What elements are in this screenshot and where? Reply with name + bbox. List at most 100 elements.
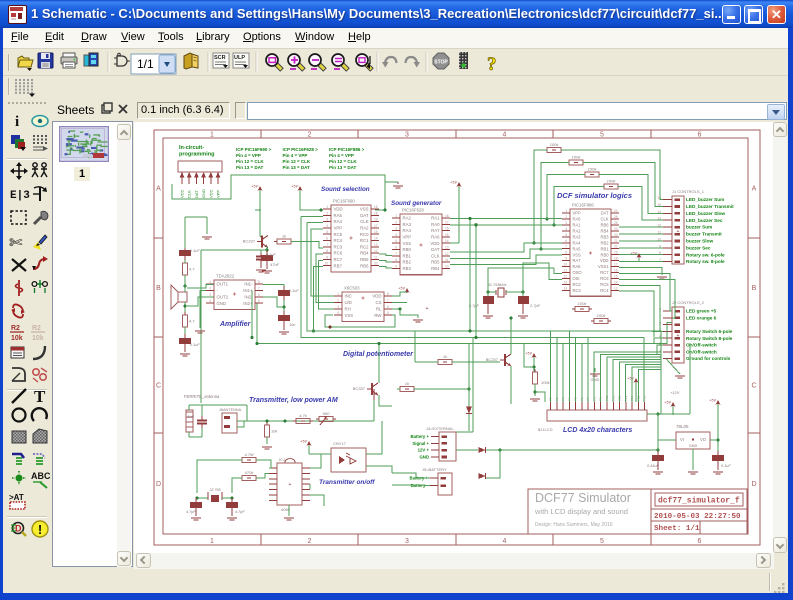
svg-text:R2: R2 (11, 325, 20, 332)
svg-text:GND: GND (419, 454, 429, 459)
svg-text:INC: INC (345, 294, 352, 299)
svg-text:12: 12 (445, 252, 449, 256)
svg-text:6: 6 (565, 239, 567, 243)
svg-text:LCD 4x20 characters: LCD 4x20 characters (563, 427, 632, 434)
svg-text:?: ? (487, 54, 497, 75)
svg-text:22: 22 (614, 233, 618, 237)
svg-text:J2 CONTROLS_2: J2 CONTROLS_2 (672, 300, 705, 305)
svg-text:A: A (752, 186, 757, 193)
svg-text:Amplifier: Amplifier (219, 321, 252, 328)
svg-text:4: 4 (326, 224, 328, 228)
svg-text:100k: 100k (588, 167, 598, 172)
svg-text:RA0: RA0 (573, 217, 582, 222)
svg-text:8: 8 (387, 292, 389, 296)
svg-text:RA4: RA4 (334, 219, 343, 224)
svg-text:CS: CS (376, 300, 382, 305)
svg-text:4.7pF: 4.7pF (235, 510, 245, 514)
svg-text:J5=BATTERY: J5=BATTERY (422, 467, 447, 472)
svg-text:7: 7 (258, 286, 260, 290)
svg-text:14: 14 (374, 237, 378, 241)
svg-text:1: 1 (565, 209, 567, 213)
svg-text:RA2: RA2 (360, 226, 369, 231)
svg-text:buzzer Sum: buzzer Sum (686, 225, 712, 230)
svg-text:RB7: RB7 (334, 263, 343, 268)
svg-text:VPP: VPP (216, 190, 221, 198)
svg-text:CLK: CLK (431, 253, 439, 258)
svg-text:5: 5 (326, 230, 328, 234)
svg-text:Sound selection: Sound selection (321, 186, 370, 193)
svg-text:D: D (15, 524, 22, 534)
svg-text:32.768: 32.768 (210, 488, 221, 492)
svg-text:DCF simulator logics: DCF simulator logics (557, 191, 632, 200)
svg-text:VCC: VCC (208, 189, 213, 198)
svg-text:BC237: BC237 (486, 357, 499, 362)
svg-text:J1 CONTROLS_1: J1 CONTROLS_1 (672, 189, 705, 194)
svg-text:17: 17 (614, 263, 618, 267)
svg-text:1nF: 1nF (187, 415, 194, 419)
svg-text:PIC16F690: PIC16F690 (333, 199, 355, 204)
svg-text:RC5: RC5 (600, 282, 609, 287)
svg-text:CLK: CLK (360, 219, 368, 224)
svg-text:5: 5 (258, 299, 260, 303)
svg-text:4.7M: 4.7M (245, 452, 255, 457)
svg-text:VSS: VSS (403, 241, 412, 246)
svg-text:10k: 10k (271, 429, 277, 434)
svg-text:6: 6 (698, 538, 702, 545)
svg-text:ICP PIC16F628 >: ICP PIC16F628 > (283, 147, 319, 152)
svg-text:100k: 100k (541, 380, 551, 385)
svg-text:6: 6 (387, 305, 389, 309)
svg-text:RC2: RC2 (573, 282, 582, 287)
svg-text:10: 10 (324, 262, 328, 266)
svg-text:RA6: RA6 (431, 235, 440, 240)
svg-text:buzzer Slow: buzzer Slow (686, 239, 713, 244)
svg-text:10: 10 (445, 264, 449, 268)
svg-text:560: 560 (323, 411, 330, 416)
svg-text:VPP: VPP (334, 226, 343, 231)
svg-text:+: + (426, 306, 429, 312)
svg-text:8: 8 (326, 249, 328, 253)
svg-text:Pin 4 = VPP: Pin 4 = VPP (236, 153, 261, 158)
svg-text:+: + (677, 229, 680, 235)
svg-text:D: D (156, 481, 161, 488)
svg-text:Pin 4 = VPP: Pin 4 = VPP (283, 153, 308, 158)
svg-text:X9C503: X9C503 (344, 286, 360, 291)
svg-text:PIC16F628: PIC16F628 (402, 208, 424, 213)
svg-text:VPP: VPP (573, 211, 581, 216)
svg-text:100k: 100k (607, 179, 617, 184)
svg-text:RA1: RA1 (573, 223, 582, 228)
svg-text:2010-05-03 22:27:50: 2010-05-03 22:27:50 (654, 513, 741, 521)
svg-text:LED_buzzer Slow: LED_buzzer Slow (686, 211, 725, 216)
svg-text:8: 8 (395, 258, 397, 262)
svg-text:RC7: RC7 (334, 257, 343, 262)
svg-text:STOP: STOP (434, 60, 448, 66)
svg-text:DAT: DAT (601, 211, 609, 216)
svg-text:Battery +: Battery + (410, 434, 429, 439)
svg-text:5: 5 (600, 132, 604, 139)
svg-text:Pin 4 = VPP: Pin 4 = VPP (329, 153, 354, 158)
svg-text:C: C (156, 383, 161, 390)
svg-text:RB5: RB5 (431, 260, 440, 265)
svg-text:ULP: ULP (234, 55, 245, 61)
svg-text:20: 20 (374, 262, 378, 266)
svg-text:4: 4 (503, 132, 507, 139)
svg-text:17: 17 (445, 220, 449, 224)
svg-text:4.7k: 4.7k (299, 413, 308, 418)
svg-text:>AT: >AT (9, 493, 24, 502)
svg-text:RB2: RB2 (403, 260, 412, 265)
svg-text:Ground for controls: Ground for controls (686, 356, 731, 361)
svg-text:GND: GND (217, 301, 227, 306)
svg-text:7: 7 (387, 298, 389, 302)
svg-text:RC6: RC6 (600, 276, 609, 281)
svg-text:100k: 100k (578, 301, 588, 306)
svg-text:RB4: RB4 (431, 266, 440, 271)
svg-text:RA3: RA3 (573, 234, 582, 239)
svg-text:23: 23 (614, 227, 618, 231)
svg-text:B: B (752, 285, 757, 292)
svg-text:+5V: +5V (709, 399, 716, 403)
svg-text:P16: P16 (643, 395, 647, 401)
svg-text:13: 13 (445, 246, 449, 250)
svg-text:7: 7 (565, 245, 567, 249)
svg-text:RA2: RA2 (403, 216, 412, 221)
svg-text:Rotary Switch 8-pole: Rotary Switch 8-pole (686, 336, 733, 341)
svg-text:DAT: DAT (360, 213, 369, 218)
